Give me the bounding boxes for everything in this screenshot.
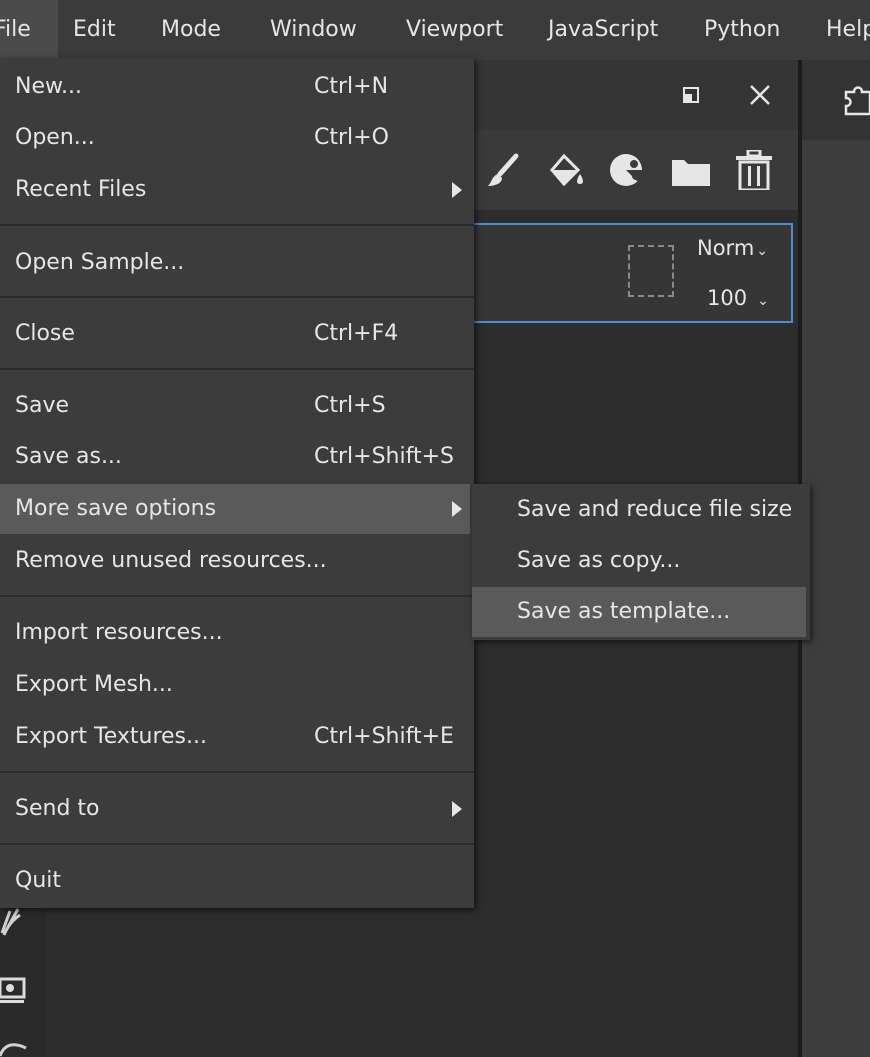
menu-item-label: Save as... xyxy=(15,444,122,469)
menu-separator xyxy=(0,368,474,370)
submenu-item-label: Save as template... xyxy=(517,599,731,624)
menu-edit[interactable]: Edit xyxy=(73,0,116,60)
menu-item-export-mesh[interactable]: Export Mesh... xyxy=(0,660,470,710)
submenu-arrow-icon xyxy=(452,801,462,817)
folder-icon[interactable] xyxy=(672,156,710,186)
menu-item-shortcut: Ctrl+Shift+S xyxy=(314,444,454,469)
menu-viewport[interactable]: Viewport xyxy=(406,0,503,60)
menu-file-label: File xyxy=(0,17,31,42)
menu-separator xyxy=(0,224,474,226)
menu-item-label: Import resources... xyxy=(15,620,223,645)
menu-item-label: Close xyxy=(15,321,75,346)
submenu-item-save-as-copy[interactable]: Save as copy... xyxy=(472,536,806,586)
menu-separator xyxy=(0,595,474,597)
menu-item-quit[interactable]: Quit xyxy=(0,856,470,906)
file-menu: New... Ctrl+N Open... Ctrl+O Recent File… xyxy=(0,58,474,908)
right-panel xyxy=(802,60,870,1057)
submenu-arrow-icon xyxy=(452,501,462,517)
menu-javascript[interactable]: JavaScript xyxy=(548,0,658,60)
menu-item-send-to[interactable]: Send to xyxy=(0,784,470,834)
menu-item-save-as[interactable]: Save as... Ctrl+Shift+S xyxy=(0,432,470,482)
menu-item-label: Remove unused resources... xyxy=(15,548,327,573)
partial-icon[interactable] xyxy=(0,1040,28,1057)
menu-item-save[interactable]: Save Ctrl+S xyxy=(0,381,470,431)
chevron-down-icon: ⌄ xyxy=(757,293,769,309)
float-window-icon[interactable] xyxy=(682,86,700,104)
blend-mode-value: Norm xyxy=(697,236,755,260)
menu-item-open[interactable]: Open... Ctrl+O xyxy=(0,113,470,163)
menu-python[interactable]: Python xyxy=(704,0,780,60)
menu-item-label: Open Sample... xyxy=(15,250,185,275)
menu-item-label: Quit xyxy=(15,868,61,893)
menu-item-open-sample[interactable]: Open Sample... xyxy=(0,238,470,288)
submenu-item-save-reduce-size[interactable]: Save and reduce file size xyxy=(472,485,806,535)
submenu-item-label: Save and reduce file size xyxy=(517,497,793,522)
menu-item-label: Export Textures... xyxy=(15,724,207,749)
menu-separator xyxy=(0,843,474,845)
submenu-item-save-as-template[interactable]: Save as template... xyxy=(472,587,806,637)
menu-item-label: Save xyxy=(15,393,70,418)
chevron-down-icon: ⌄ xyxy=(756,243,769,259)
menu-item-export-textures[interactable]: Export Textures... Ctrl+Shift+E xyxy=(0,712,470,762)
menu-window[interactable]: Window xyxy=(270,0,357,60)
menu-item-shortcut: Ctrl+S xyxy=(314,393,386,418)
menu-separator xyxy=(0,771,474,773)
menu-item-shortcut: Ctrl+O xyxy=(314,125,389,150)
puzzle-icon[interactable] xyxy=(842,84,870,116)
menu-item-label: Export Mesh... xyxy=(15,672,173,697)
menu-mode[interactable]: Mode xyxy=(161,0,221,60)
more-save-options-submenu: Save and reduce file size Save as copy..… xyxy=(472,484,810,640)
menu-item-more-save-options[interactable]: More save options xyxy=(0,484,470,534)
trash-icon[interactable] xyxy=(736,150,772,190)
menu-item-remove-unused-resources[interactable]: Remove unused resources... xyxy=(0,536,470,586)
opacity-value: 100 xyxy=(707,286,748,310)
menu-file[interactable]: File xyxy=(0,0,58,60)
pen-tool-icon[interactable] xyxy=(0,905,22,937)
menu-item-label: Open... xyxy=(15,125,95,150)
smart-material-icon[interactable] xyxy=(608,152,646,188)
menu-item-label: Recent Files xyxy=(15,177,147,202)
menu-separator xyxy=(0,296,474,298)
menu-item-import-resources[interactable]: Import resources... xyxy=(0,608,470,658)
menu-item-label: New... xyxy=(15,74,82,99)
menu-item-recent-files[interactable]: Recent Files xyxy=(0,165,470,215)
blend-mode-dropdown[interactable]: Norm ⌄ xyxy=(697,236,768,260)
right-panel-header xyxy=(802,60,870,140)
fill-bucket-icon[interactable] xyxy=(546,152,586,190)
menu-item-label: Send to xyxy=(15,796,100,821)
mask-thumbnail[interactable] xyxy=(628,245,674,297)
menu-item-shortcut: Ctrl+Shift+E xyxy=(314,724,454,749)
menu-help[interactable]: Help xyxy=(826,0,870,60)
menu-item-shortcut: Ctrl+F4 xyxy=(314,321,399,346)
opacity-dropdown[interactable]: 100 ⌄ xyxy=(707,286,769,310)
menu-item-new[interactable]: New... Ctrl+N xyxy=(0,62,470,112)
close-icon[interactable] xyxy=(749,84,771,106)
settings-icon[interactable] xyxy=(0,975,26,1005)
menu-item-close[interactable]: Close Ctrl+F4 xyxy=(0,309,470,359)
submenu-item-label: Save as copy... xyxy=(517,548,681,573)
menu-bar: File Edit Mode Window Viewport JavaScrip… xyxy=(0,0,870,60)
menu-item-label: More save options xyxy=(15,496,217,521)
paint-brush-icon[interactable] xyxy=(486,152,522,188)
menu-item-shortcut: Ctrl+N xyxy=(314,74,389,99)
submenu-arrow-icon xyxy=(452,182,462,198)
